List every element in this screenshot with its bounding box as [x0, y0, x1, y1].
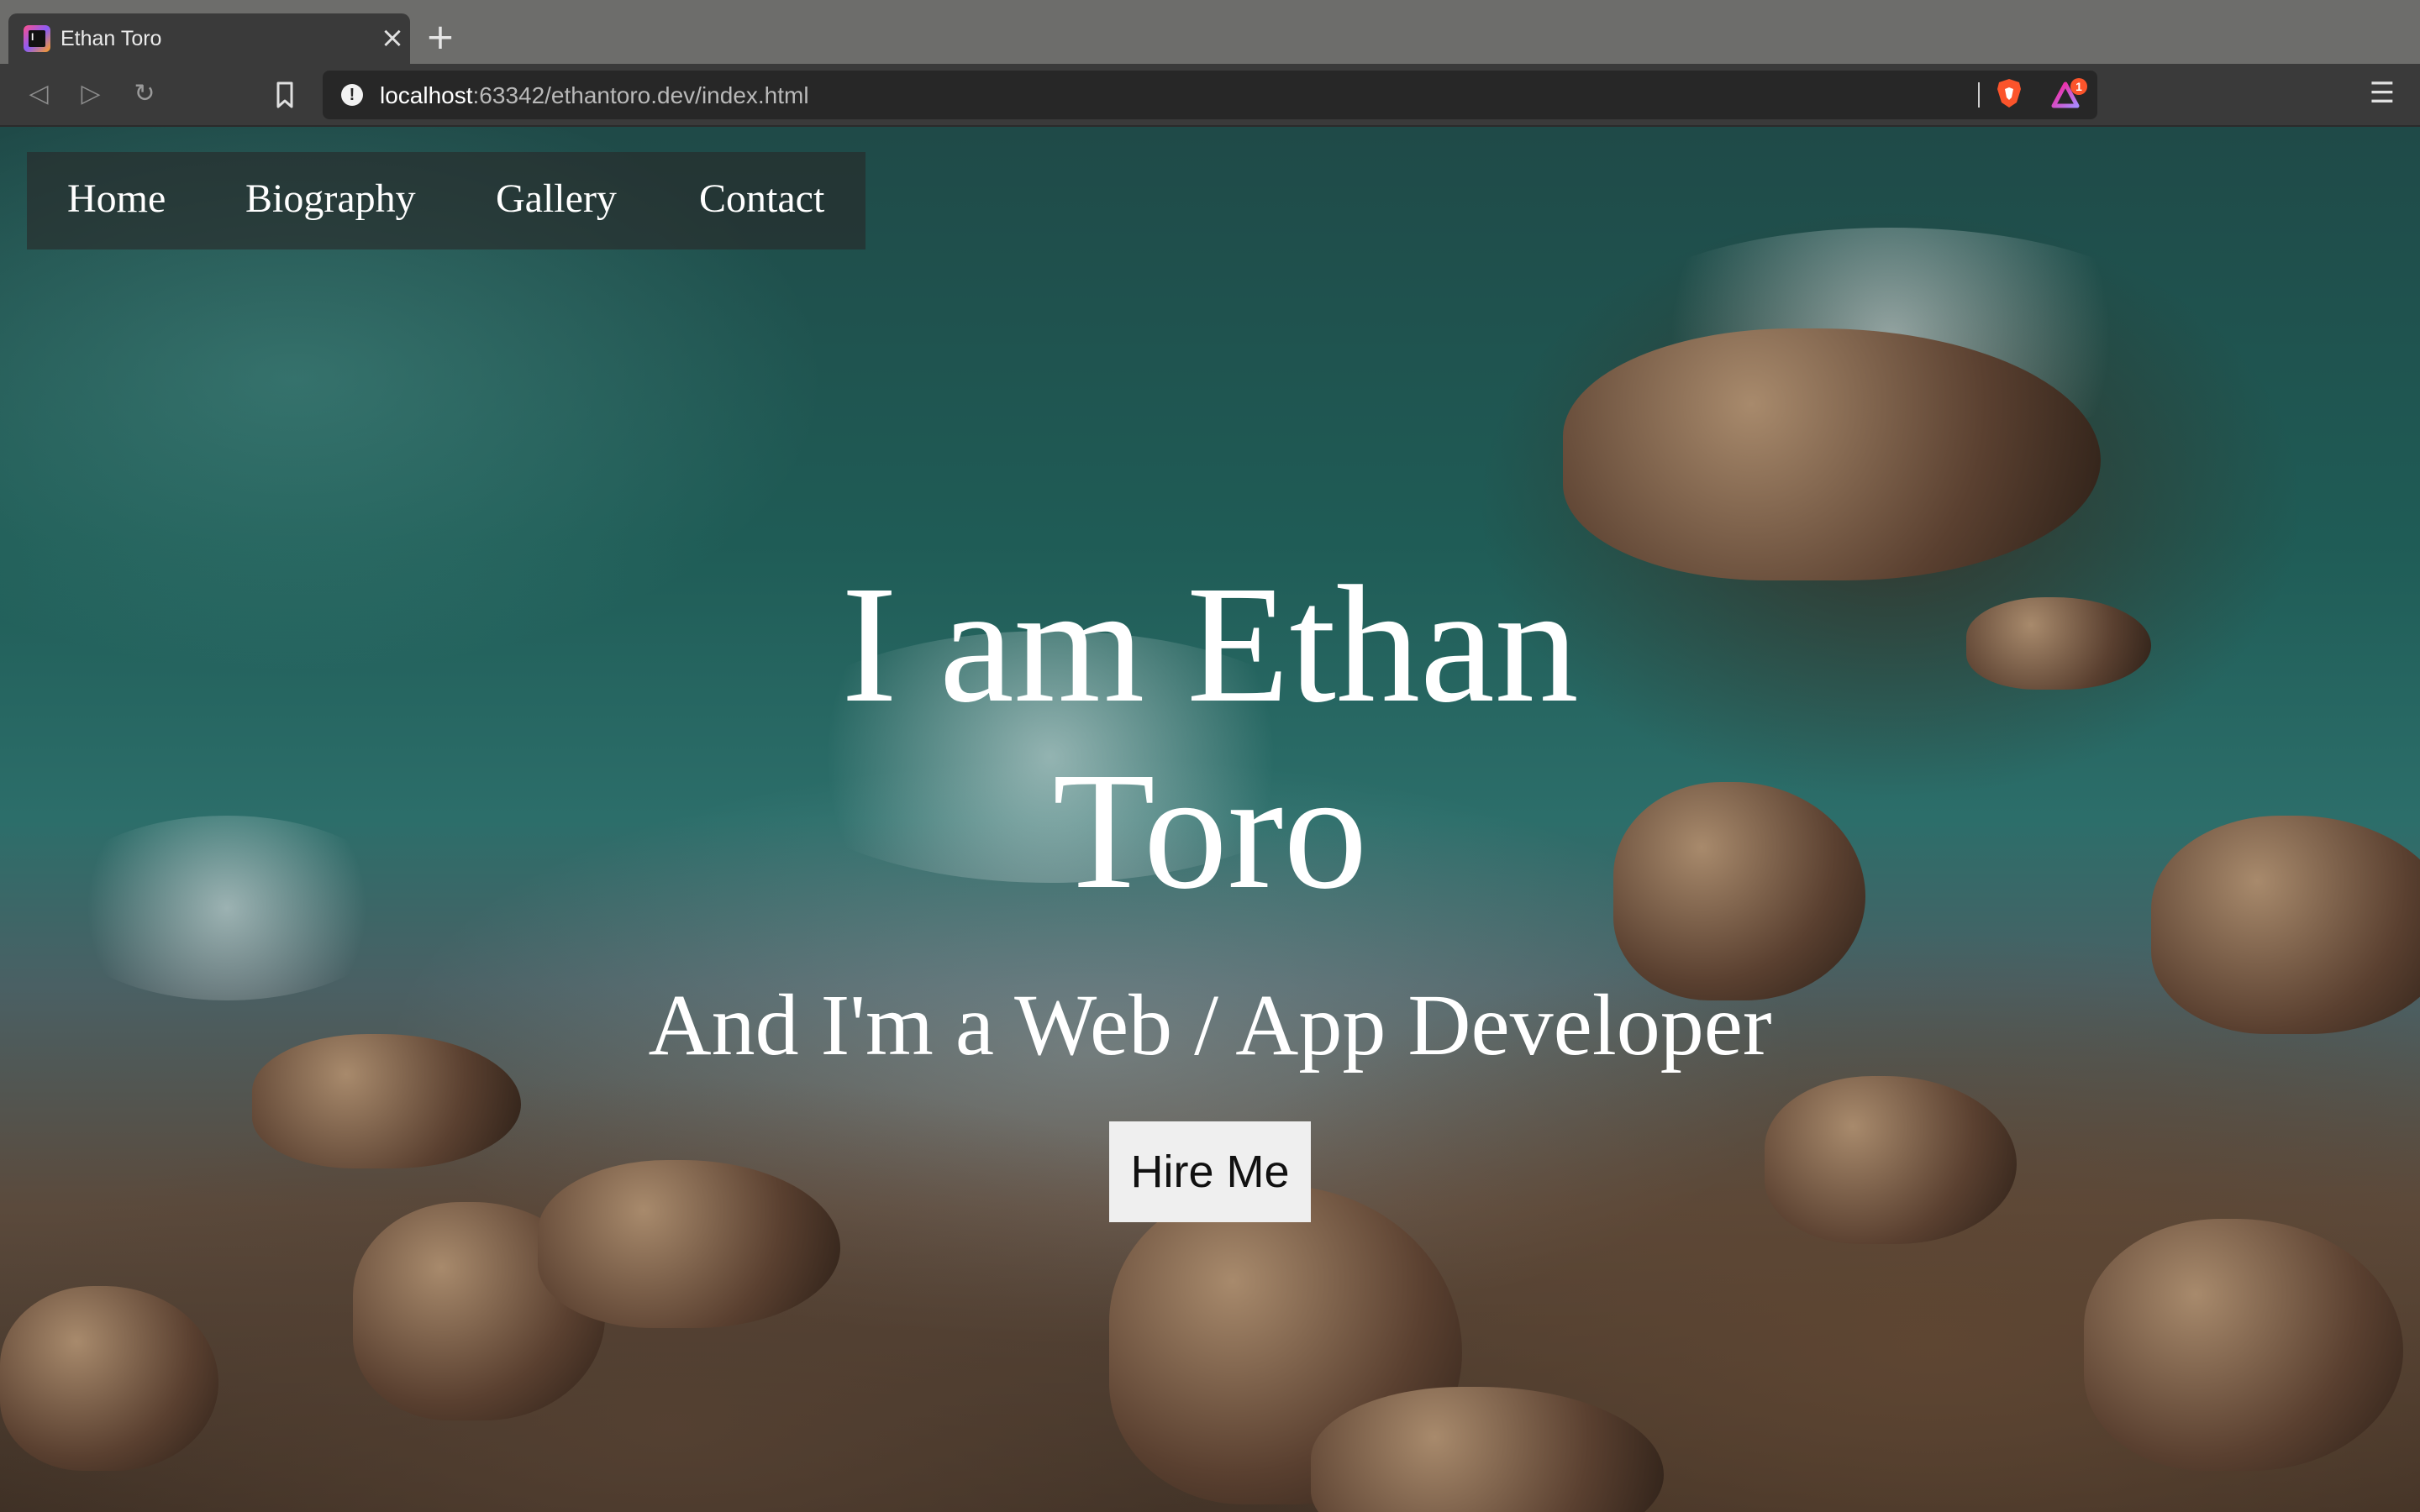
nav-home-link[interactable]: Home: [67, 176, 166, 223]
forward-icon[interactable]: ▷: [74, 77, 108, 111]
hero-title-line2: Toro: [1052, 738, 1368, 924]
tab-title: Ethan Toro: [60, 27, 162, 50]
address-bar[interactable]: ! localhost:63342/ethantoro.dev/index.ht…: [323, 71, 2097, 119]
back-icon[interactable]: ◁: [22, 77, 55, 111]
rewards-badge: 1: [2075, 80, 2082, 93]
brave-shields-icon[interactable]: [1995, 77, 2023, 109]
rock-decoration: [538, 1160, 840, 1328]
hero-background: Home Biography Gallery Contact I am Etha…: [0, 127, 2420, 1512]
site-navbar: Home Biography Gallery Contact: [27, 152, 865, 249]
new-tab-icon[interactable]: +: [424, 19, 457, 55]
reload-icon[interactable]: ↻: [128, 77, 161, 111]
url-text[interactable]: localhost:63342/ethantoro.dev/index.html: [380, 82, 809, 109]
hero-title: I am Ethan Toro: [622, 552, 1798, 925]
site-info-icon[interactable]: !: [341, 84, 363, 106]
brave-rewards-icon[interactable]: 1: [2050, 77, 2089, 111]
url-path: :63342/ethantoro.dev/index.html: [472, 82, 809, 108]
url-host: localhost: [380, 82, 473, 108]
rock-decoration: [2151, 816, 2420, 1034]
rock-decoration: [2084, 1219, 2403, 1471]
rock-decoration: [1765, 1076, 2017, 1244]
hero-subtitle: And I'm a Web / App Developer: [648, 977, 1772, 1074]
nav-gallery-link[interactable]: Gallery: [496, 176, 617, 223]
close-tab-icon[interactable]: ×: [378, 24, 407, 52]
nav-contact-link[interactable]: Contact: [699, 176, 824, 223]
favicon-glyph: I: [31, 31, 34, 43]
browser-tab[interactable]: I Ethan Toro ×: [8, 13, 410, 64]
tab-strip: I Ethan Toro × +: [0, 0, 2420, 64]
hero-title-line1: I am Ethan: [841, 552, 1579, 738]
rock-decoration: [0, 1286, 218, 1471]
webstorm-icon: I: [24, 25, 50, 52]
rock-decoration: [1311, 1387, 1664, 1512]
hire-me-button[interactable]: Hire Me: [1109, 1121, 1311, 1222]
rock-decoration: [1966, 597, 2151, 690]
nav-biography-link[interactable]: Biography: [245, 176, 416, 223]
foam-decoration: [50, 816, 403, 1000]
hamburger-menu-icon[interactable]: ☰: [2368, 79, 2396, 108]
url-separator: [1978, 82, 1980, 108]
bookmark-icon[interactable]: [272, 81, 297, 109]
